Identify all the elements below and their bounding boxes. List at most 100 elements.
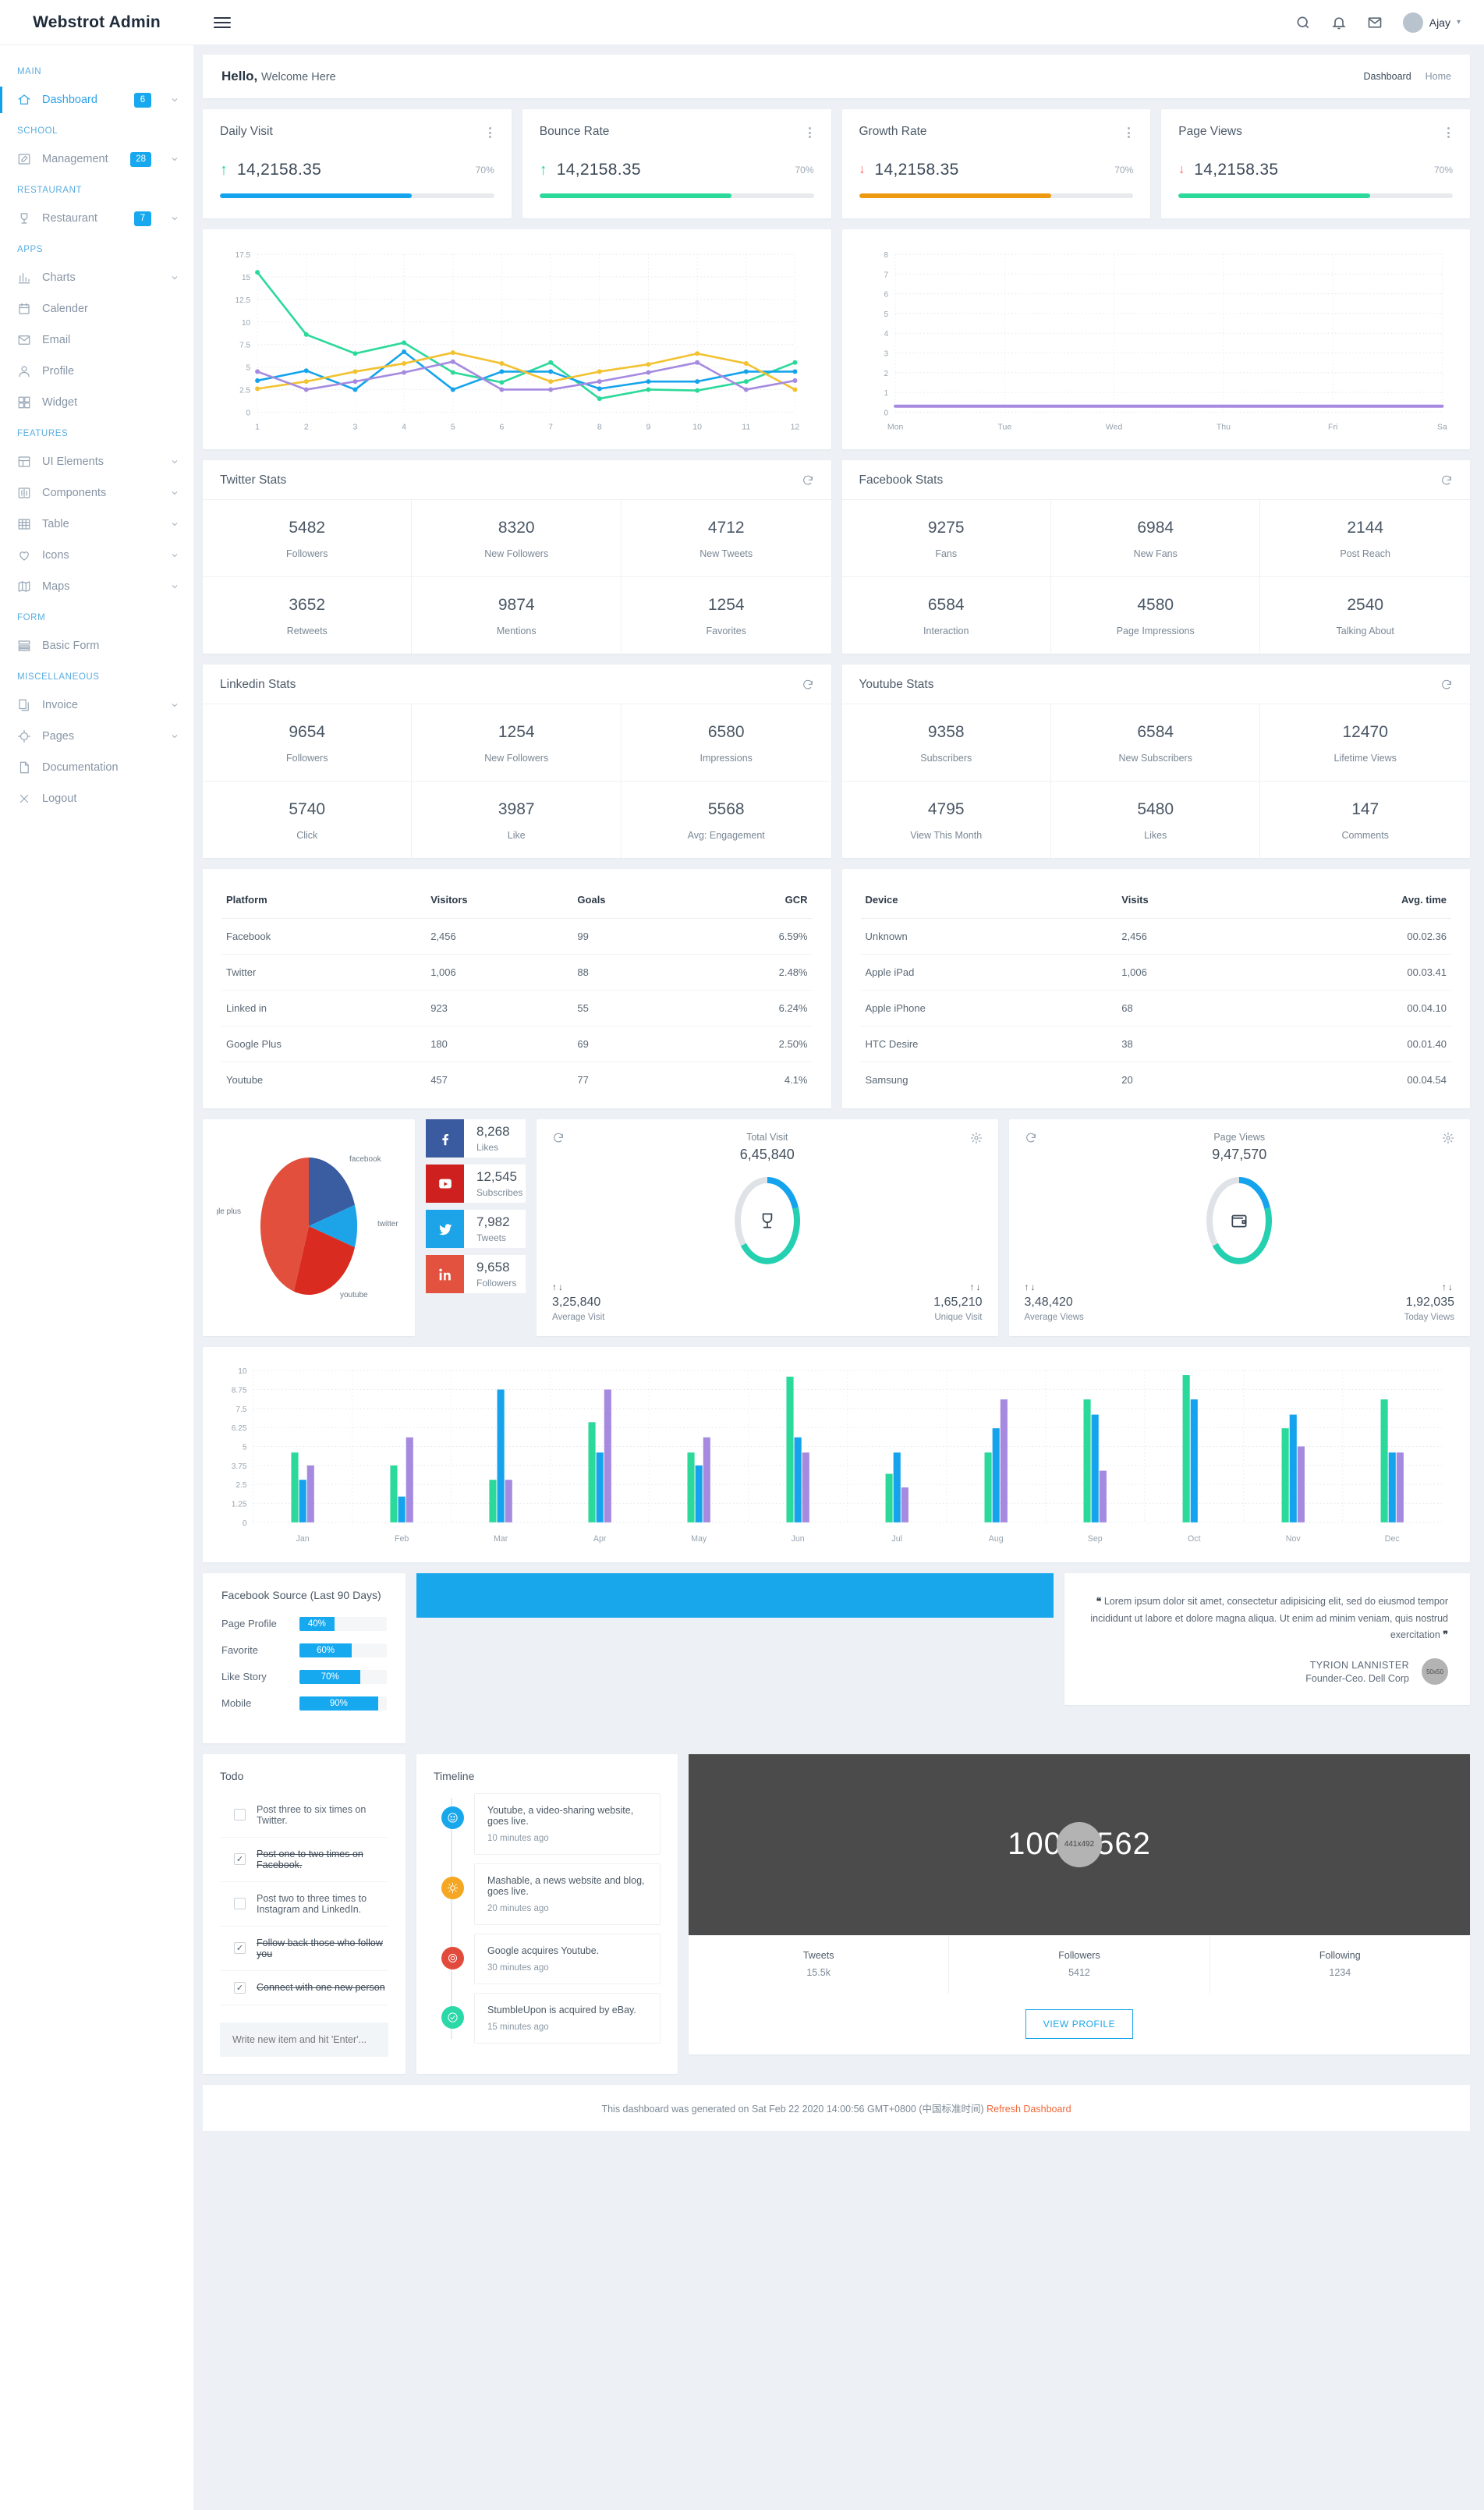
search-icon[interactable] [1295, 15, 1311, 30]
svg-text:12.5: 12.5 [236, 296, 251, 305]
todo-checkbox[interactable] [234, 1809, 246, 1821]
table-header: Avg. time [1250, 886, 1451, 920]
sidebar-item-widget[interactable]: Widget [0, 387, 193, 418]
social-tile-linkedin[interactable]: 9,658 Followers [426, 1255, 526, 1294]
svg-text:7: 7 [884, 271, 888, 279]
mail-icon[interactable] [1367, 15, 1383, 30]
refresh-icon[interactable] [1440, 474, 1453, 487]
refresh-icon[interactable] [802, 679, 814, 691]
timeline-item-text: Google acquires Youtube. [487, 1945, 600, 1956]
todo-checkbox[interactable]: ✓ [234, 1981, 246, 1994]
breadcrumb-home[interactable]: Home [1426, 71, 1451, 82]
view-profile-button[interactable]: VIEW PROFILE [1025, 2008, 1134, 2039]
profile-stat-value: 15.5k [806, 1966, 831, 1978]
todo-panel: Todo Post three to six times on Twitter.… [203, 1753, 406, 2074]
svg-text:Wed: Wed [1105, 422, 1122, 431]
record-icon [441, 1946, 464, 1969]
svg-text:4: 4 [884, 330, 888, 339]
sidebar-item-management[interactable]: Management 28 [0, 144, 193, 175]
todo-item[interactable]: ✓ Post one to two times on Facebook. [220, 1838, 388, 1882]
stat-card-progress [859, 193, 1134, 198]
todo-checkbox[interactable]: ✓ [234, 1853, 246, 1866]
sidebar-item-ui-elements[interactable]: UI Elements [0, 446, 193, 477]
refresh-dashboard-link[interactable]: Refresh Dashboard [986, 2104, 1071, 2115]
todo-checkbox[interactable]: ✓ [234, 1942, 246, 1955]
breadcrumb-dashboard[interactable]: Dashboard [1364, 71, 1411, 82]
stat-card-menu-button[interactable] [1444, 125, 1453, 140]
sidebar-item-table[interactable]: Table [0, 509, 193, 540]
profile-cover-image: 1000x562 441x492 [689, 1753, 1470, 1935]
refresh-icon[interactable] [802, 474, 814, 487]
todo-item[interactable]: Post two to three times to Instagram and… [220, 1882, 388, 1927]
sidebar-item-charts[interactable]: Charts [0, 262, 193, 293]
social-tile-twitter[interactable]: 7,982 Tweets [426, 1210, 526, 1249]
profile-stat-value: 5412 [1068, 1966, 1090, 1978]
refresh-icon[interactable] [1440, 679, 1453, 691]
table-cell: 1,006 [1117, 954, 1251, 991]
bell-icon[interactable] [1331, 15, 1347, 30]
testimonial-avatar: 50x50 [1422, 1658, 1448, 1686]
map-icon [17, 580, 31, 594]
facebook-source-track: 90% [299, 1696, 387, 1711]
refresh-icon[interactable] [1025, 1132, 1037, 1144]
sidebar-item-dashboard[interactable]: Dashboard 6 [0, 84, 193, 115]
stat-cell-value: 4795 [927, 800, 965, 819]
stat-card-menu-button[interactable] [486, 125, 494, 140]
table-row: HTC Desire 38 00.01.40 [860, 1026, 1451, 1063]
sidebar-item-documentation[interactable]: Documentation [0, 752, 193, 783]
trend-arrows-icon: ↑↓ [552, 1282, 565, 1293]
sidebar-item-pages[interactable]: Pages [0, 721, 193, 752]
panel-title: Twitter Stats [220, 473, 287, 487]
svg-text:Jun: Jun [792, 1535, 805, 1544]
table-header: Goals [572, 886, 692, 920]
sidebar-item-components[interactable]: Components [0, 477, 193, 509]
social-tile-youtube[interactable]: 12,545 Subscribes [426, 1165, 526, 1204]
svg-text:Sep: Sep [1088, 1535, 1103, 1544]
page-views-panel: Page Views 9,47,570 ↑↓ 3,48,420 Average View… [1008, 1119, 1470, 1337]
stat-card-menu-button[interactable] [806, 125, 814, 140]
todo-item[interactable]: ✓ Connect with one new person [220, 1971, 388, 2005]
sidebar-item-label: Logout [42, 792, 77, 805]
sidebar-item-profile[interactable]: Profile [0, 356, 193, 387]
table-cell: 69 [572, 1026, 692, 1063]
facebook-source-title: Facebook Source (Last 90 Days) [221, 1588, 381, 1601]
sidebar-item-maps[interactable]: Maps [0, 571, 193, 602]
gear-icon[interactable] [970, 1132, 983, 1144]
facebook-stats-panel: Facebook Stats 9275 Fans 6984 New Fans 2144 Po… [841, 460, 1470, 654]
stat-cell-label: Followers [285, 548, 328, 560]
linkedin-stats-panel: Linkedin Stats 9654 Followers 1254 New Follo… [203, 665, 831, 859]
stat-card-progress [220, 193, 494, 198]
todo-item[interactable]: ✓ Follow back those who follow you [220, 1927, 388, 1971]
stat-cell-label: Comments [1341, 830, 1389, 842]
sidebar-item-basic-form[interactable]: Basic Form [0, 630, 193, 661]
sidebar-item-calender[interactable]: Calender [0, 293, 193, 324]
user-menu[interactable]: Ajay ▾ [1402, 12, 1461, 33]
social-tile-facebook[interactable]: 8,268 Likes [426, 1119, 526, 1158]
file-icon [17, 760, 31, 775]
todo-timeline-profile-row: Todo Post three to six times on Twitter.… [203, 1753, 1470, 2074]
svg-text:5: 5 [884, 310, 888, 319]
sidebar-item-invoice[interactable]: Invoice [0, 690, 193, 721]
stat-card-menu-button[interactable] [1125, 125, 1133, 140]
todo-item[interactable]: Post three to six times on Twitter. [220, 1793, 388, 1838]
profile-stat: Tweets 15.5k [689, 1935, 950, 1994]
gear-icon[interactable] [1442, 1132, 1454, 1144]
sidebar-item-restaurant[interactable]: Restaurant 7 [0, 203, 193, 234]
todo-input[interactable] [220, 2022, 388, 2057]
timeline-title: Timeline [434, 1769, 475, 1782]
device-table-panel: Device Visits Avg. time Unknown 2,456 00.02.3… [841, 869, 1470, 1109]
refresh-icon[interactable] [552, 1132, 565, 1144]
profile-stat: Following 1234 [1210, 1936, 1470, 1994]
sidebar-item-icons[interactable]: Icons [0, 540, 193, 571]
sidebar-toggle-button[interactable] [214, 16, 231, 28]
target-icon [17, 729, 31, 743]
donut-title: Total Visit [746, 1132, 788, 1143]
sidebar-item-logout[interactable]: Logout [0, 783, 193, 814]
svg-text:8: 8 [884, 251, 888, 260]
close-icon [17, 792, 31, 806]
sidebar-item-email[interactable]: Email [0, 324, 193, 356]
sun-icon [441, 1876, 464, 1899]
stat-card-value: 14,2158.35 [874, 161, 959, 179]
todo-item-label: Post one to two times on Facebook. [257, 1848, 363, 1870]
todo-checkbox[interactable] [234, 1898, 246, 1910]
